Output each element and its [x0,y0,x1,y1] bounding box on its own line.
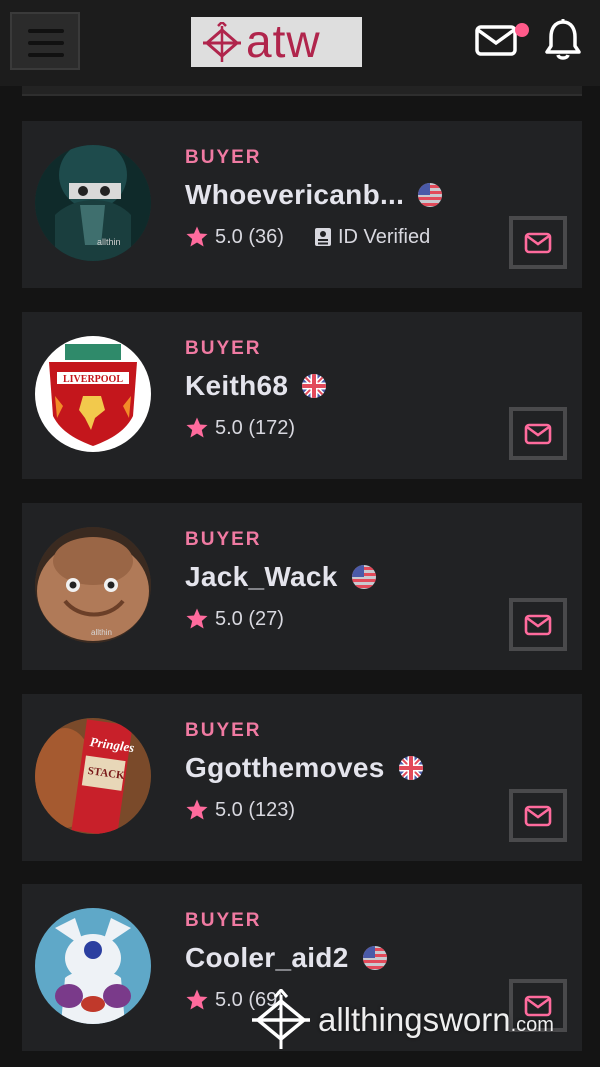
avatar-image-dark-figure: allthin [35,145,151,261]
id-verified-badge: ID Verified [314,226,430,249]
avatar[interactable]: Pringles STACK [35,718,151,834]
rating-value: 5.0 [215,416,243,439]
role-label: BUYER [185,529,262,550]
review-count: (123) [248,798,296,821]
avatar-image-crest: LIVERPOOL [35,336,151,452]
envelope-icon [524,232,552,253]
uk-flag-icon [302,374,327,398]
watermark-text: allthingsworn.com [318,1001,554,1038]
star-icon [186,226,208,247]
top-navigation-bar: atw [0,0,600,86]
review-count: (172) [248,416,296,439]
username-link[interactable]: Cooler_aid2 [185,942,349,974]
rating-value: 5.0 [215,225,243,248]
envelope-icon [524,614,552,635]
role-label: BUYER [185,147,262,168]
menu-bar-line [28,53,64,57]
logo-text: atw [246,15,321,67]
avatar[interactable]: LIVERPOOL [35,336,151,452]
rating-row: 5.0 (36) ID Verified [185,225,430,249]
svg-text:allthin: allthin [91,628,112,637]
svg-text:LIVERPOOL: LIVERPOOL [63,374,123,385]
hamburger-menu-button[interactable] [10,12,80,70]
username-link[interactable]: Whoevericanb... [185,179,404,211]
role-label: BUYER [185,720,262,741]
site-logo[interactable]: atw [191,17,362,67]
rating-row: 5.0 (172) [185,416,295,440]
message-button[interactable] [509,407,567,460]
buyer-card[interactable]: LIVERPOOL BUYER Keith68 5.0 (172) [22,312,582,479]
uk-flag-icon [398,756,423,780]
previous-card-edge [22,86,582,96]
review-count: (27) [248,607,284,630]
username-link[interactable]: Jack_Wack [185,561,338,593]
avatar-image-face: allthin [35,527,151,643]
message-button[interactable] [509,598,567,651]
avatar-image-snack-can: Pringles STACK [35,718,151,834]
rating-row: 5.0 (123) [185,798,295,822]
rating-value: 5.0 [215,607,243,630]
envelope-icon [524,805,552,826]
role-label: BUYER [185,910,262,931]
rating-value: 5.0 [215,798,243,821]
avatar[interactable]: allthin [35,527,151,643]
star-icon [186,608,208,629]
buyer-card[interactable]: allthin BUYER Whoevericanb... 5.0 (36) I… [22,121,582,288]
star-icon [186,799,208,820]
buyer-card[interactable]: Pringles STACK BUYER Ggotthemoves 5.0 (1… [22,694,582,861]
menu-bar-line [28,41,64,45]
id-card-icon [314,228,331,246]
star-icon [186,417,208,438]
rating-row: 5.0 (27) [185,607,284,631]
envelope-icon [524,423,552,444]
svg-text:allthin: allthin [97,237,121,247]
avatar-image-cartoon-character [35,908,151,1024]
message-button[interactable] [509,216,567,269]
watermark: allthingsworn.com [250,988,590,1052]
notification-dot [515,23,529,37]
us-flag-icon [362,946,387,970]
us-flag-icon [418,183,443,207]
message-button[interactable] [509,789,567,842]
rating-value: 5.0 [215,988,243,1011]
username-link[interactable]: Ggotthemoves [185,752,385,784]
avatar[interactable]: allthin [35,145,151,261]
us-flag-icon [351,565,376,589]
star-icon [186,989,208,1010]
bow-arrow-watermark-icon [252,989,310,1049]
buyer-card[interactable]: allthin BUYER Jack_Wack 5.0 (27) [22,503,582,670]
role-label: BUYER [185,338,262,359]
inbox-mail-icon[interactable] [474,22,520,58]
avatar[interactable] [35,908,151,1024]
menu-bar-line [28,29,64,33]
review-count: (36) [248,225,284,248]
bell-icon[interactable] [543,18,583,62]
bow-arrow-logo-icon [203,22,241,62]
username-link[interactable]: Keith68 [185,370,288,402]
verified-label: ID Verified [337,225,431,248]
